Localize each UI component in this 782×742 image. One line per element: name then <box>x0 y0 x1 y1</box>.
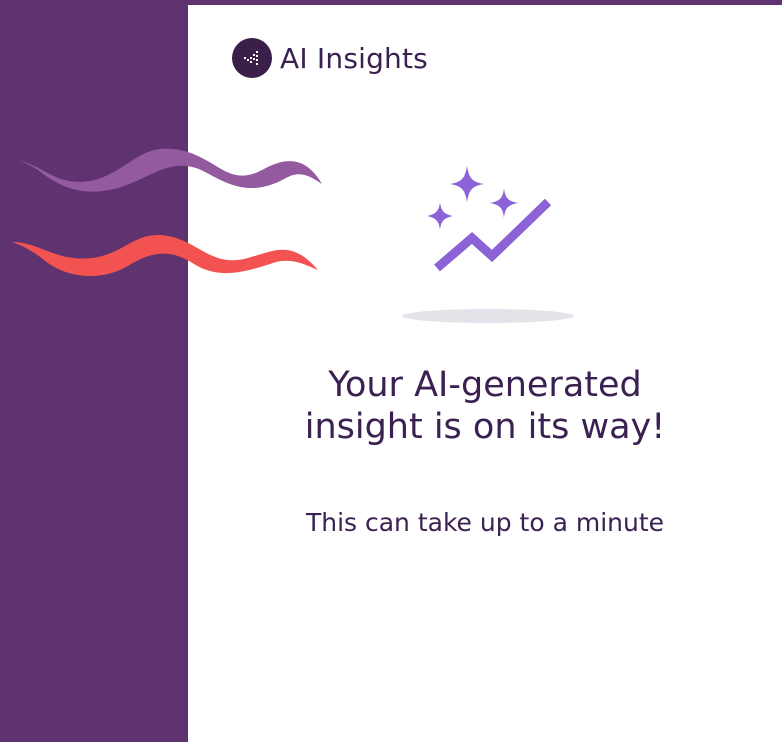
trend-line <box>434 198 552 272</box>
app-title: AI Insights <box>280 41 428 75</box>
illustration-shadow <box>402 309 574 323</box>
sparkle-trend-icon <box>427 166 552 272</box>
small-sparkle-left <box>427 202 453 230</box>
ai-insights-loading-screen: AI Insights Your AI-generated insight is… <box>0 0 782 742</box>
large-sparkle <box>450 166 484 202</box>
loading-subtext: This can take up to a minute <box>305 508 665 537</box>
small-sparkle-right <box>490 188 518 218</box>
app-header: AI Insights <box>232 38 428 78</box>
sidebar-background <box>0 0 188 742</box>
loading-heading: Your AI-generated insight is on its way! <box>304 365 666 447</box>
ai-insights-logo-icon <box>232 38 272 78</box>
